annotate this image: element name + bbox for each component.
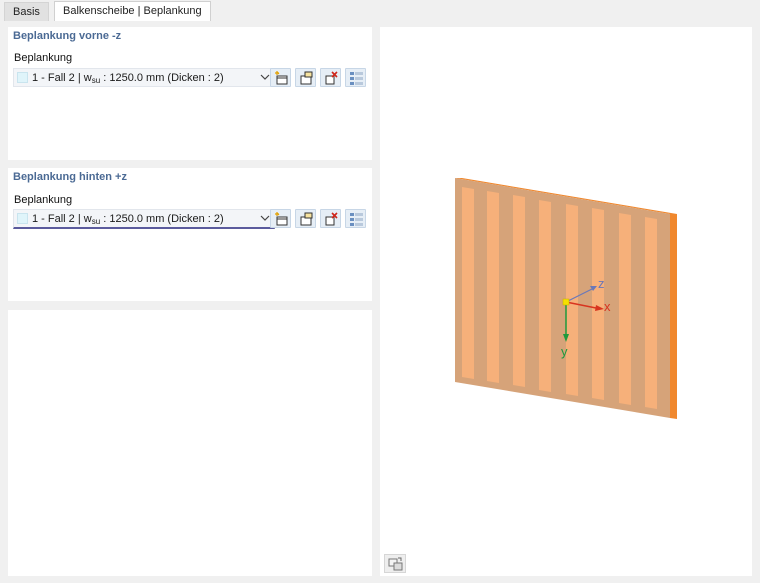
panel-title-back: Beplankung hinten +z: [13, 171, 127, 183]
new-button-front[interactable]: [270, 68, 291, 87]
panel-empty: [8, 310, 372, 576]
delete-icon: [325, 71, 338, 85]
tab-basis[interactable]: Basis: [4, 2, 49, 21]
select-value: 1 - Fall 2 | wsu : 1250.0 mm (Dicken : 2…: [32, 72, 224, 85]
delete-button-front[interactable]: [320, 68, 341, 87]
panel-right-edge: [670, 214, 677, 419]
copy-button-front[interactable]: [295, 68, 316, 87]
tab-bar: Basis Balkenscheibe | Beplankung: [0, 0, 760, 21]
axis-label-x: x: [604, 299, 611, 314]
axis-label-z: z: [598, 276, 605, 291]
wall-model-graphic[interactable]: x z y: [380, 27, 752, 576]
field-label-front: Beplankung: [14, 52, 73, 64]
color-swatch: [17, 72, 28, 83]
copy-button-back[interactable]: [295, 209, 316, 228]
panel-title-front: Beplankung vorne -z: [13, 30, 122, 42]
delete-icon: [325, 212, 338, 226]
panel-front: Beplankung vorne -z Beplankung 1 - Fall …: [8, 27, 372, 160]
axis-label-y: y: [561, 344, 568, 359]
delete-button-back[interactable]: [320, 209, 341, 228]
new-icon: [275, 212, 288, 226]
beplankung-back-select[interactable]: 1 - Fall 2 | wsu : 1250.0 mm (Dicken : 2…: [13, 209, 275, 229]
select-value: 1 - Fall 2 | wsu : 1250.0 mm (Dicken : 2…: [32, 213, 224, 226]
tab-balkenscheibe-beplankung[interactable]: Balkenscheibe | Beplankung: [54, 1, 211, 21]
list-button-front[interactable]: [345, 68, 366, 87]
copy-icon: [300, 212, 313, 226]
beplankung-front-select[interactable]: 1 - Fall 2 | wsu : 1250.0 mm (Dicken : 2…: [13, 68, 275, 87]
panel-back: Beplankung hinten +z Beplankung 1 - Fall…: [8, 168, 372, 301]
list-icon: [350, 72, 363, 85]
view-reset-button[interactable]: [384, 554, 406, 573]
copy-icon: [300, 71, 313, 85]
chevron-down-icon[interactable]: [260, 214, 270, 222]
view-reset-icon: [388, 557, 403, 571]
list-icon: [350, 213, 363, 226]
new-icon: [275, 71, 288, 85]
list-button-back[interactable]: [345, 209, 366, 228]
chevron-down-icon[interactable]: [260, 73, 270, 81]
new-button-back[interactable]: [270, 209, 291, 228]
field-label-back: Beplankung: [14, 194, 73, 206]
color-swatch: [17, 213, 28, 224]
3d-viewer[interactable]: x z y: [380, 27, 752, 576]
